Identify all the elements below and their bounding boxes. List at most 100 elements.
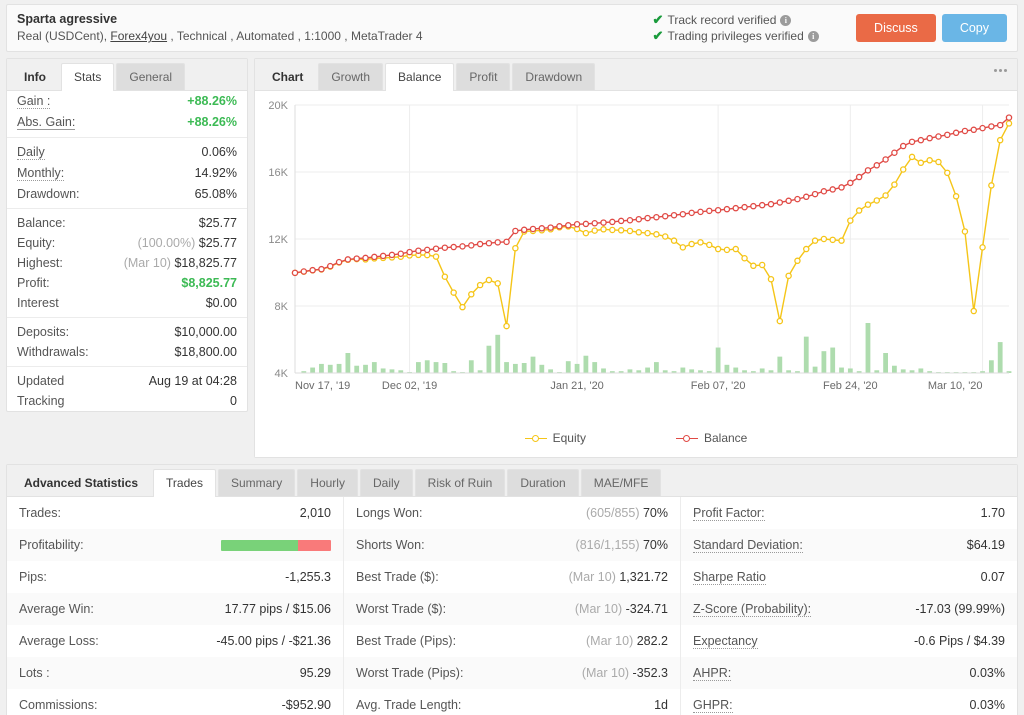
stat-label[interactable]: Expectancy bbox=[693, 634, 758, 649]
series-marker-balance bbox=[547, 224, 554, 231]
stat-value: (100.00%) $25.77 bbox=[137, 236, 237, 250]
stat-label: Withdrawals: bbox=[17, 345, 89, 359]
volume-bar bbox=[345, 353, 351, 373]
series-marker-balance bbox=[741, 203, 748, 211]
tab-chart: Chart bbox=[272, 70, 304, 84]
stat-label: Worst Trade ($): bbox=[356, 602, 447, 616]
stat-label: Updated bbox=[17, 374, 65, 388]
stat-label[interactable]: Sharpe Ratio bbox=[693, 570, 766, 585]
series-marker-balance bbox=[653, 213, 660, 221]
series-marker-balance bbox=[600, 219, 607, 226]
stat-label[interactable]: Z-Score (Probability): bbox=[693, 602, 812, 617]
series-marker-equity bbox=[432, 253, 440, 260]
table-row: Worst Trade ($): (Mar 10) -324.71 bbox=[344, 593, 680, 625]
series-marker-balance bbox=[335, 258, 343, 266]
series-marker-equity bbox=[873, 197, 881, 204]
series-marker-equity bbox=[459, 303, 466, 311]
series-marker-equity bbox=[600, 226, 607, 233]
stat-label[interactable]: Abs. Gain: bbox=[17, 115, 76, 130]
stat-value: 0.03% bbox=[969, 666, 1005, 680]
tab-stats[interactable]: Stats bbox=[61, 63, 115, 91]
check-icon: ✔ bbox=[652, 12, 664, 27]
tab-general[interactable]: General bbox=[116, 63, 186, 90]
stat-label[interactable]: Gain : bbox=[17, 94, 51, 109]
volume-bar bbox=[830, 347, 836, 373]
tab-risk-of-ruin[interactable]: Risk of Ruin bbox=[414, 469, 506, 496]
verification-block: ✔ Track record verified i ✔ Trading priv… bbox=[423, 12, 857, 44]
stat-row: Deposits: $10,000.00 bbox=[17, 322, 237, 342]
series-marker-balance bbox=[952, 129, 960, 137]
volume-bar bbox=[812, 366, 818, 373]
account-name: Sparta agressive bbox=[17, 12, 118, 26]
copy-button[interactable]: Copy bbox=[941, 14, 1007, 42]
broker-link[interactable]: Forex4you bbox=[110, 29, 167, 43]
info-icon[interactable]: i bbox=[807, 30, 819, 42]
tab-duration[interactable]: Duration bbox=[507, 469, 579, 496]
series-marker-balance bbox=[988, 123, 995, 130]
series-marker-equity bbox=[591, 227, 598, 234]
tab-summary[interactable]: Summary bbox=[217, 469, 296, 496]
x-axis-tick-label: Feb 24, '20 bbox=[823, 380, 878, 392]
discuss-button[interactable]: Discuss bbox=[856, 14, 936, 42]
stat-label[interactable]: GHPR: bbox=[693, 698, 733, 713]
tab-daily[interactable]: Daily bbox=[359, 469, 413, 496]
volume-bar bbox=[363, 364, 368, 373]
volume-bar bbox=[512, 363, 518, 373]
tab-drawdown[interactable]: Drawdown bbox=[512, 63, 596, 90]
table-row: Profitability: bbox=[7, 529, 343, 561]
series-marker-balance bbox=[899, 142, 907, 150]
stat-label[interactable]: Daily bbox=[17, 145, 45, 160]
stats-body: Gain : +88.26% Abs. Gain: +88.26% Daily 0.06… bbox=[7, 91, 247, 411]
tab-hourly[interactable]: Hourly bbox=[297, 469, 358, 496]
series-marker-balance bbox=[626, 216, 634, 224]
series-marker-balance bbox=[406, 248, 413, 256]
series-marker-balance bbox=[723, 205, 731, 213]
stat-label: Average Win: bbox=[19, 602, 94, 616]
legend-item-balance[interactable]: Balance bbox=[675, 431, 747, 445]
stat-label: Average Loss: bbox=[19, 634, 99, 648]
advanced-statistics-grid: Trades: 2,010 Profitability: Pips: -1,255.3 A… bbox=[7, 497, 1017, 715]
info-icon[interactable]: i bbox=[780, 14, 792, 26]
series-marker-balance bbox=[494, 239, 501, 246]
stat-label[interactable]: Standard Deviation: bbox=[693, 538, 803, 553]
volume-bar bbox=[865, 323, 871, 373]
series-marker-balance bbox=[714, 206, 722, 214]
volume-bar bbox=[900, 369, 906, 373]
stat-label[interactable]: Monthly: bbox=[17, 166, 65, 181]
volume-bar bbox=[416, 362, 421, 373]
stat-label: Balance: bbox=[17, 216, 66, 230]
table-row: Profit Factor: 1.70 bbox=[681, 497, 1017, 529]
table-row: Average Win: 17.77 pips / $15.06 bbox=[7, 593, 343, 625]
series-marker-equity bbox=[732, 245, 739, 253]
table-row: Average Loss: -45.00 pips / -$21.36 bbox=[7, 625, 343, 657]
series-marker-equity bbox=[723, 246, 731, 254]
stat-label[interactable]: AHPR: bbox=[693, 666, 732, 681]
series-marker-balance bbox=[362, 254, 369, 262]
tab-mae-mfe[interactable]: MAE/MFE bbox=[580, 469, 662, 496]
header-actions: Discuss Copy bbox=[856, 14, 1007, 42]
tab-growth[interactable]: Growth bbox=[318, 63, 384, 90]
series-marker-balance bbox=[503, 238, 510, 246]
series-marker-equity bbox=[758, 261, 766, 269]
stat-label: Profitability: bbox=[19, 538, 84, 552]
volume-bar bbox=[777, 356, 783, 373]
series-marker-balance bbox=[423, 246, 431, 254]
tab-trades[interactable]: Trades bbox=[153, 469, 216, 497]
tab-balance[interactable]: Balance bbox=[385, 63, 455, 91]
volume-bar bbox=[336, 363, 342, 373]
stat-value: 0.06% bbox=[201, 145, 237, 159]
stat-label[interactable]: Profit Factor: bbox=[693, 506, 765, 521]
volume-bar bbox=[442, 363, 448, 373]
volume-bar bbox=[715, 347, 721, 373]
stat-value-prefix: (Mar 10) bbox=[574, 602, 626, 616]
series-marker-equity bbox=[944, 169, 951, 177]
series-marker-balance bbox=[415, 247, 422, 254]
tab-profit[interactable]: Profit bbox=[456, 63, 511, 90]
legend-item-equity[interactable]: Equity bbox=[524, 431, 586, 445]
stat-value: $10,000.00 bbox=[174, 325, 237, 339]
series-marker-balance bbox=[661, 212, 669, 220]
more-options-icon[interactable] bbox=[994, 69, 1007, 72]
trading-privileges-verified-row: ✔ Trading privileges verified i bbox=[653, 28, 819, 44]
stat-value: 17.77 pips / $15.06 bbox=[224, 602, 331, 616]
series-marker-equity bbox=[891, 181, 898, 188]
